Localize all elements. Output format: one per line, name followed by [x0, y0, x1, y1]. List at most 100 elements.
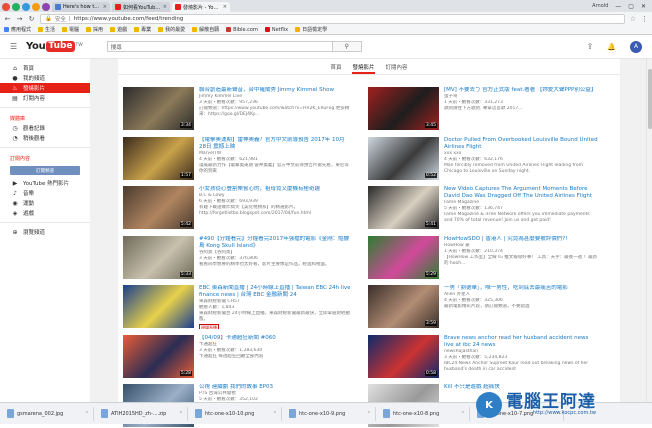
- extension-icon[interactable]: [12, 3, 20, 11]
- download-item[interactable]: gsmarena_002.jpg⌃: [4, 407, 94, 421]
- search-button[interactable]: ⚲: [333, 41, 362, 52]
- browser-menu-icon[interactable]: ⋮: [641, 15, 648, 23]
- video-thumbnail[interactable]: 5:42: [123, 186, 194, 229]
- video-title[interactable]: [MV] 不要去ㄅ 官方正式版 feat.著著 【妳愛大聲PPP別公益】: [444, 87, 598, 94]
- profile-name[interactable]: Arnold: [592, 3, 608, 9]
- video-card[interactable]: 5:33 #490【分鐘看完】分鐘看完2017年強檔的電影《金剛：骷髏島 Kong…: [123, 236, 353, 280]
- bookmark-item[interactable]: 遊戲: [110, 26, 127, 33]
- video-card[interactable]: 3:59一男「劉德華」，唯一男性，吃到底去最痛苦的電影Alien 外星人4 天前…: [368, 285, 598, 329]
- bookmark-item[interactable]: 採用: [86, 26, 103, 33]
- tab-close-icon[interactable]: ×: [103, 4, 107, 10]
- sidebar-item[interactable]: ●我的頻道: [0, 73, 90, 83]
- bookmark-item[interactable]: 專業: [134, 26, 151, 33]
- chevron-up-icon[interactable]: ⌃: [367, 411, 371, 417]
- video-card[interactable]: 3:34聯合創造最新聲音，台中羅蘭秀 Jimmy Kimmel ShowJimm…: [123, 87, 353, 131]
- browser-tab[interactable]: Here's how to activate×: [52, 2, 110, 12]
- bookmark-star-icon[interactable]: ☆: [630, 15, 636, 23]
- video-card[interactable]: 5:42小女孩從心豐割樂嘗心的，祖母竟又慶機有極奇趣B.C & Lowy6 天前…: [123, 186, 353, 230]
- bookmark-item[interactable]: Netflix: [265, 27, 288, 33]
- tab-close-icon[interactable]: ×: [163, 4, 167, 10]
- video-card[interactable]: 0:58 Brave news anchor read her husband a…: [368, 335, 598, 379]
- video-title[interactable]: Brave news anchor read her husband accid…: [444, 335, 598, 349]
- sidebar-item[interactable]: ◔稍後觀看: [0, 133, 90, 143]
- video-thumbnail[interactable]: 5:29: [368, 236, 439, 279]
- back-icon[interactable]: ←: [4, 15, 11, 23]
- bookmark-item[interactable]: 電腦: [62, 26, 79, 33]
- notifications-icon[interactable]: 🔔: [607, 43, 616, 51]
- sidebar-item[interactable]: ▤訂閱內容: [0, 93, 90, 103]
- download-item[interactable]: htc-one-x10-9.png⌃: [286, 407, 376, 421]
- video-card[interactable]: 5:41 New Video Captures The Argument Mome…: [368, 186, 598, 230]
- avatar[interactable]: A: [630, 41, 642, 53]
- sidebar-item[interactable]: ⌂首頁: [0, 63, 90, 73]
- sidebar-item[interactable]: ◷觀看記錄: [0, 123, 90, 133]
- video-card[interactable]: 1:57 【電擊奧運期】雷神奧義？官方中文前導預告 2017年 10月 28日 震…: [123, 137, 353, 181]
- video-thumbnail[interactable]: 5:28: [123, 335, 194, 378]
- download-item[interactable]: htc-one-x10-10.png⌃: [192, 407, 282, 421]
- video-thumbnail[interactable]: 5:33: [123, 236, 194, 279]
- chevron-up-icon[interactable]: ⌃: [85, 411, 89, 417]
- search-input[interactable]: 搜尋: [107, 41, 333, 52]
- sidebar-item[interactable]: ♨發燒影片: [0, 83, 90, 93]
- browser-tab[interactable]: 發燒影片 - YouTube×: [172, 2, 230, 12]
- bookmark-item[interactable]: 日語檢定學: [295, 26, 327, 33]
- sidebar-item[interactable]: ◈遊戲: [0, 208, 90, 218]
- browser-tab[interactable]: 如何看YouTube上影片×: [112, 2, 170, 12]
- video-title[interactable]: 【電擊奧運期】雷神奧義？官方中文前導預告 2017年 10月 28日 震撼上映: [199, 137, 353, 151]
- upload-icon[interactable]: ⇪: [587, 42, 594, 51]
- video-card[interactable]: 5:29HowHowSDO | 香港人 | 究竟為甚麼要被評價們?!HowHow…: [368, 236, 598, 280]
- sidebar-item-browse-channels[interactable]: ⊕ 瀏覽頻道: [0, 227, 90, 237]
- chevron-up-icon[interactable]: ⌃: [273, 411, 277, 417]
- bookmark-item[interactable]: 應用程式: [4, 26, 31, 33]
- video-thumbnail[interactable]: 1:57: [123, 137, 194, 180]
- video-thumbnail[interactable]: [123, 285, 194, 328]
- extension-icon[interactable]: [42, 3, 50, 11]
- video-title[interactable]: 聯合創造最新聲音，台中羅蘭秀 Jimmy Kimmel Show: [199, 87, 353, 94]
- sidebar-item[interactable]: ♪音樂: [0, 188, 90, 198]
- forward-icon[interactable]: →: [16, 15, 23, 23]
- tab-close-icon[interactable]: ×: [223, 4, 227, 10]
- close-icon[interactable]: ✕: [641, 3, 646, 10]
- page-scrollbar[interactable]: [646, 59, 652, 402]
- extension-icon[interactable]: [32, 3, 40, 11]
- video-title[interactable]: New Video Captures The Argument Moments …: [444, 186, 598, 200]
- maximize-icon[interactable]: ▢: [628, 3, 634, 10]
- reload-icon[interactable]: ↻: [28, 15, 35, 23]
- sidebar-item[interactable]: ▶YouTube 熱門影片: [0, 178, 90, 188]
- video-thumbnail[interactable]: 5:41: [368, 186, 439, 229]
- subscribe-channels-button[interactable]: 訂閱頻道: [10, 166, 80, 175]
- download-item[interactable]: htc-one-x10-8.png⌃: [380, 407, 470, 421]
- sidebar-item[interactable]: ◉運動: [0, 198, 90, 208]
- video-card[interactable]: 0:52 Doctor Pulled From Overbooked Louisv…: [368, 137, 598, 181]
- feed-tab[interactable]: 首頁: [330, 63, 341, 74]
- video-thumbnail[interactable]: 0:52: [368, 137, 439, 180]
- video-title[interactable]: 小女孩從心豐割樂嘗心的，祖母竟又慶機有極奇趣: [199, 186, 353, 193]
- minimize-icon[interactable]: —: [615, 3, 621, 10]
- video-title[interactable]: #490【分鐘看完】分鐘看完2017年強檔的電影《金剛：骷髏島 Kong Sku…: [199, 236, 353, 250]
- video-card[interactable]: 3:45 [MV] 不要去ㄅ 官方正式版 feat.著著 【妳愛大聲PPP別公益】…: [368, 87, 598, 131]
- video-title[interactable]: 一男「劉德華」，唯一男性，吃到底去最痛苦的電影: [444, 285, 598, 292]
- address-bar[interactable]: 🔒 安全 | https://www.youtube.com/feed/tren…: [40, 14, 625, 24]
- video-thumbnail[interactable]: 3:59: [368, 285, 439, 328]
- extension-icon[interactable]: [2, 3, 10, 11]
- bookmark-item[interactable]: 解散自願: [192, 26, 219, 33]
- extension-icon[interactable]: [22, 3, 30, 11]
- video-title[interactable]: 【04/09】卡通超狂新聞 #060: [199, 335, 353, 342]
- video-card[interactable]: EBC 東森新聞直播 | 24小時線上直播 | Taiwan EBC 24h l…: [123, 285, 353, 329]
- video-thumbnail[interactable]: 0:58: [368, 335, 439, 378]
- video-card[interactable]: 5:28【04/09】卡通超狂新聞 #060卡通超狂3 天前・觀看次數：1,28…: [123, 335, 353, 379]
- feed-tab[interactable]: 發燒影片: [352, 63, 374, 74]
- scrollbar-thumb[interactable]: [648, 69, 652, 129]
- feed-tab[interactable]: 訂閱內容: [386, 63, 408, 74]
- video-title[interactable]: EBC 東森新聞直播 | 24小時線上直播 | Taiwan EBC 24h l…: [199, 285, 353, 299]
- video-title[interactable]: HowHowSDO | 香港人 | 究竟為甚麼要被評價們?!: [444, 236, 598, 243]
- video-title[interactable]: Doctor Pulled From Overbooked Louisville…: [444, 137, 598, 151]
- bookmark-item[interactable]: 生活: [38, 26, 55, 33]
- bookmark-item[interactable]: 我的最愛: [158, 26, 185, 33]
- hamburger-menu-icon[interactable]: ☰: [10, 42, 22, 51]
- bookmark-item[interactable]: Bible.com: [226, 27, 258, 33]
- video-thumbnail[interactable]: 3:45: [368, 87, 439, 130]
- chevron-up-icon[interactable]: ⌃: [179, 411, 183, 417]
- video-thumbnail[interactable]: 3:34: [123, 87, 194, 130]
- youtube-logo[interactable]: You Tube TW: [26, 41, 83, 52]
